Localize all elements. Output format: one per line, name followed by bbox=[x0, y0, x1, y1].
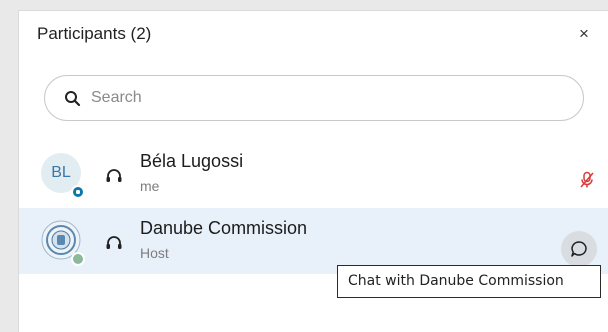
participant-name: Danube Commission bbox=[140, 218, 308, 238]
search-box[interactable] bbox=[44, 75, 584, 121]
participant-name: Béla Lugossi bbox=[140, 151, 244, 171]
headset-icon bbox=[106, 169, 122, 182]
search-input[interactable] bbox=[91, 86, 561, 110]
status-indicator-icon bbox=[71, 252, 85, 266]
chat-tooltip: Chat with Danube Commission bbox=[337, 265, 601, 298]
participant-row[interactable]: BL Béla Lugossi me bbox=[19, 141, 608, 207]
status-indicator-icon bbox=[71, 185, 85, 199]
close-button[interactable]: × bbox=[574, 24, 594, 44]
mic-off-icon[interactable] bbox=[579, 171, 595, 189]
chat-button[interactable] bbox=[561, 231, 597, 267]
chat-bubble-icon bbox=[571, 241, 587, 257]
search-icon bbox=[65, 91, 81, 107]
panel-header: Participants (2) × bbox=[19, 11, 608, 56]
participant-role: Host bbox=[140, 245, 169, 261]
headset-icon bbox=[106, 236, 122, 249]
panel-title: Participants (2) bbox=[37, 24, 152, 43]
participant-role: me bbox=[140, 178, 160, 194]
